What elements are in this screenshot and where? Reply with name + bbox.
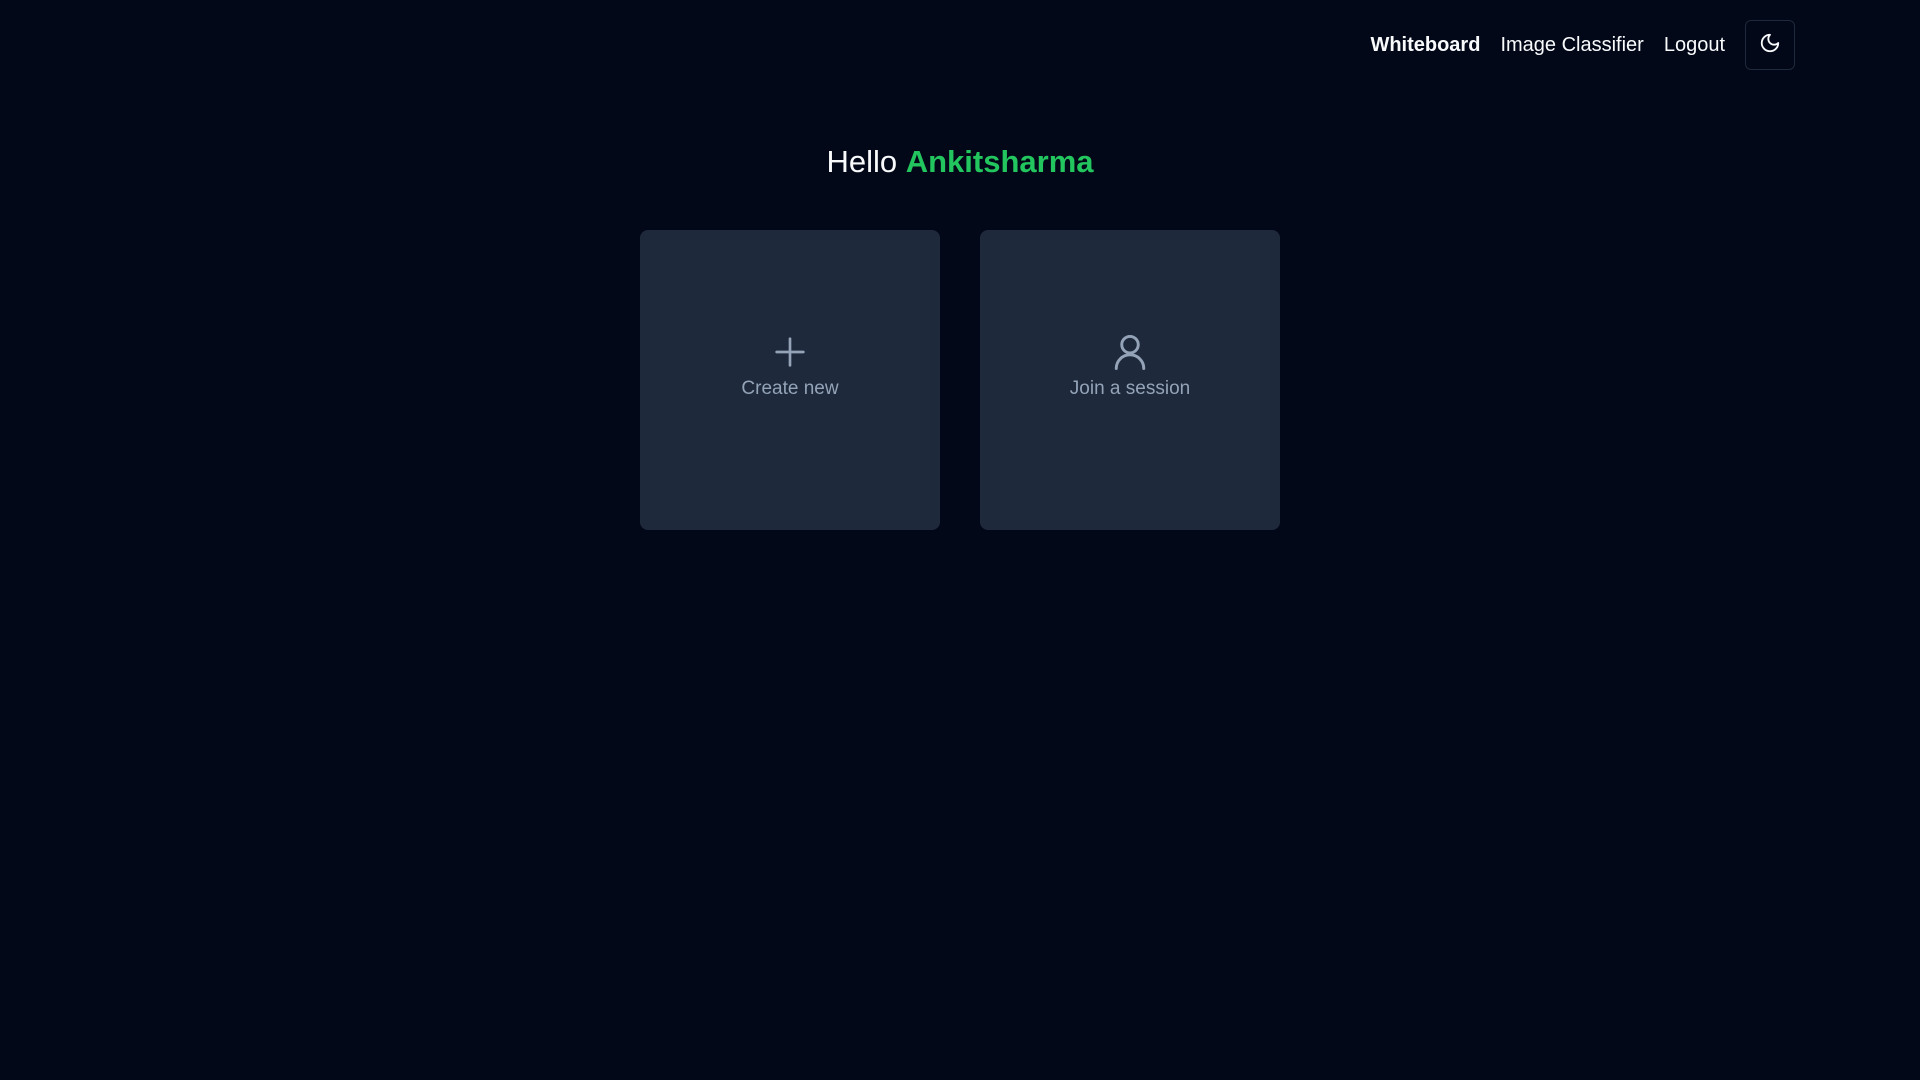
join-session-card[interactable]: Join a session <box>980 230 1280 530</box>
nav-link-whiteboard[interactable]: Whiteboard <box>1370 34 1480 57</box>
greeting-prefix: Hello <box>826 144 898 179</box>
create-new-card[interactable]: Create new <box>640 230 940 530</box>
greeting-heading: Hello Ankitsharma <box>0 140 1920 184</box>
home-page: Whiteboard Image Classifier Logout Hello… <box>0 0 1920 1080</box>
create-new-label: Create new <box>741 378 839 399</box>
plus-icon <box>768 330 812 374</box>
greeting-username: Ankitsharma <box>905 144 1094 179</box>
nav-link-image-classifier[interactable]: Image Classifier <box>1500 34 1643 57</box>
action-cards: Create new Join a session <box>640 230 1280 530</box>
theme-toggle-button[interactable] <box>1745 20 1795 70</box>
user-icon <box>1108 330 1152 374</box>
top-nav: Whiteboard Image Classifier Logout <box>1370 20 1795 70</box>
join-session-label: Join a session <box>1069 378 1191 399</box>
moon-icon <box>1759 32 1781 59</box>
nav-link-logout[interactable]: Logout <box>1664 34 1725 57</box>
